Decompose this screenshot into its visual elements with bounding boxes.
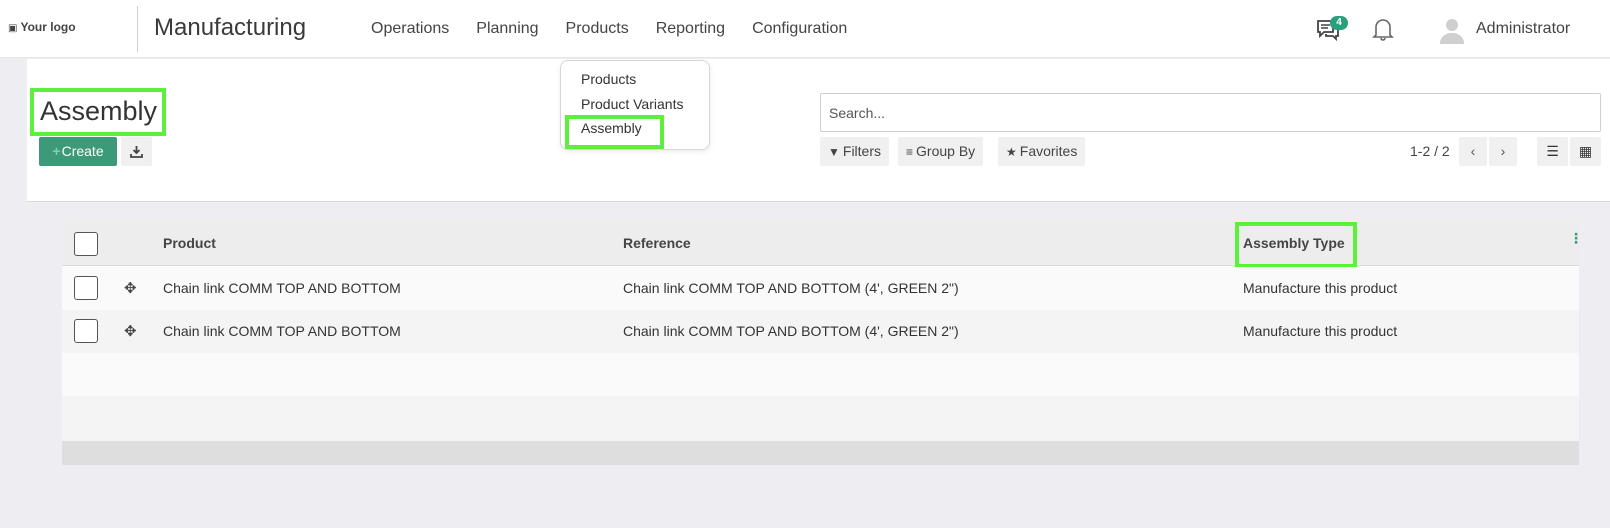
dropdown-item-product-variants[interactable]: Product Variants (581, 96, 683, 112)
favorites-label: Favorites (1019, 143, 1078, 159)
message-count-badge: 4 (1330, 16, 1348, 30)
user-name[interactable]: Administrator (1476, 20, 1570, 38)
create-button[interactable]: +Create (39, 137, 117, 166)
empty-row (62, 396, 1579, 441)
list-view: Product Reference Assembly Type ⋮ ✥ Chai… (62, 222, 1583, 465)
chevron-left-icon: ‹ (1470, 143, 1476, 159)
optional-columns-icon[interactable]: ⋮ (1569, 230, 1583, 247)
list-view-icon: ☰ (1546, 143, 1559, 159)
camera-icon: ▣ (8, 23, 18, 34)
cell-product: Chain link COMM TOP AND BOTTOM (163, 280, 401, 296)
cell-assembly-type: Manufacture this product (1243, 280, 1398, 296)
menu-reporting[interactable]: Reporting (656, 20, 725, 38)
avatar[interactable] (1438, 16, 1466, 44)
filters-label: Filters (842, 143, 882, 159)
drag-handle-icon[interactable]: ✥ (124, 279, 137, 297)
table-footer (62, 441, 1579, 465)
app-title[interactable]: Manufacturing (154, 14, 306, 42)
column-header-product[interactable]: Product (163, 235, 216, 251)
page-title: Assembly (30, 88, 166, 136)
cell-reference: Chain link COMM TOP AND BOTTOM (4', GREE… (623, 323, 959, 339)
favorites-button[interactable]: ★ Favorites (998, 137, 1086, 166)
search-input[interactable] (820, 93, 1601, 132)
cell-reference: Chain link COMM TOP AND BOTTOM (4', GREE… (623, 280, 959, 296)
pager-next-button[interactable]: › (1489, 137, 1517, 166)
cell-product: Chain link COMM TOP AND BOTTOM (163, 323, 401, 339)
company-logo[interactable]: ▣ Your logo (8, 20, 76, 34)
table-row[interactable]: ✥ Chain link COMM TOP AND BOTTOM Chain l… (62, 310, 1579, 353)
table-row[interactable]: ✥ Chain link COMM TOP AND BOTTOM Chain l… (62, 267, 1579, 310)
chevron-right-icon: › (1500, 143, 1506, 159)
assembly-type-highlight (1235, 222, 1357, 268)
select-all-checkbox[interactable] (74, 232, 98, 256)
top-navbar: ▣ Your logo Manufacturing Operations Plan… (0, 0, 1610, 58)
empty-row (62, 353, 1579, 396)
pager-previous-button[interactable]: ‹ (1459, 137, 1487, 166)
cell-assembly-type: Manufacture this product (1243, 323, 1398, 339)
bell-icon[interactable] (1372, 17, 1394, 41)
group-by-label: Group By (916, 143, 976, 159)
main-menu: Operations Planning Products Reporting C… (371, 20, 874, 38)
create-label: Create (61, 143, 104, 159)
assembly-menu-highlight (565, 115, 664, 149)
download-icon (130, 146, 143, 159)
list-bars-icon: ≡ (906, 145, 914, 159)
menu-planning[interactable]: Planning (476, 20, 538, 38)
kanban-view-button[interactable]: ▦ (1570, 137, 1601, 166)
menu-configuration[interactable]: Configuration (752, 20, 847, 38)
list-view-button[interactable]: ☰ (1537, 137, 1568, 166)
star-icon: ★ (1006, 145, 1017, 159)
pager-value[interactable]: 1-2 / 2 (1410, 143, 1450, 159)
dropdown-item-products[interactable]: Products (581, 71, 636, 87)
group-by-button[interactable]: ≡ Group By (898, 137, 984, 166)
row-checkbox[interactable] (74, 276, 98, 300)
filters-button[interactable]: ▼ Filters (820, 137, 890, 166)
download-button[interactable] (121, 137, 152, 166)
plus-icon: + (52, 143, 61, 159)
column-header-reference[interactable]: Reference (623, 235, 691, 251)
menu-products[interactable]: Products (566, 20, 629, 38)
logo-text: Your logo (20, 20, 76, 34)
filter-icon: ▼ (828, 145, 840, 159)
menu-operations[interactable]: Operations (371, 20, 449, 38)
drag-handle-icon[interactable]: ✥ (124, 322, 137, 340)
kanban-view-icon: ▦ (1578, 143, 1593, 159)
row-checkbox[interactable] (74, 319, 98, 343)
navbar-divider (137, 6, 138, 52)
